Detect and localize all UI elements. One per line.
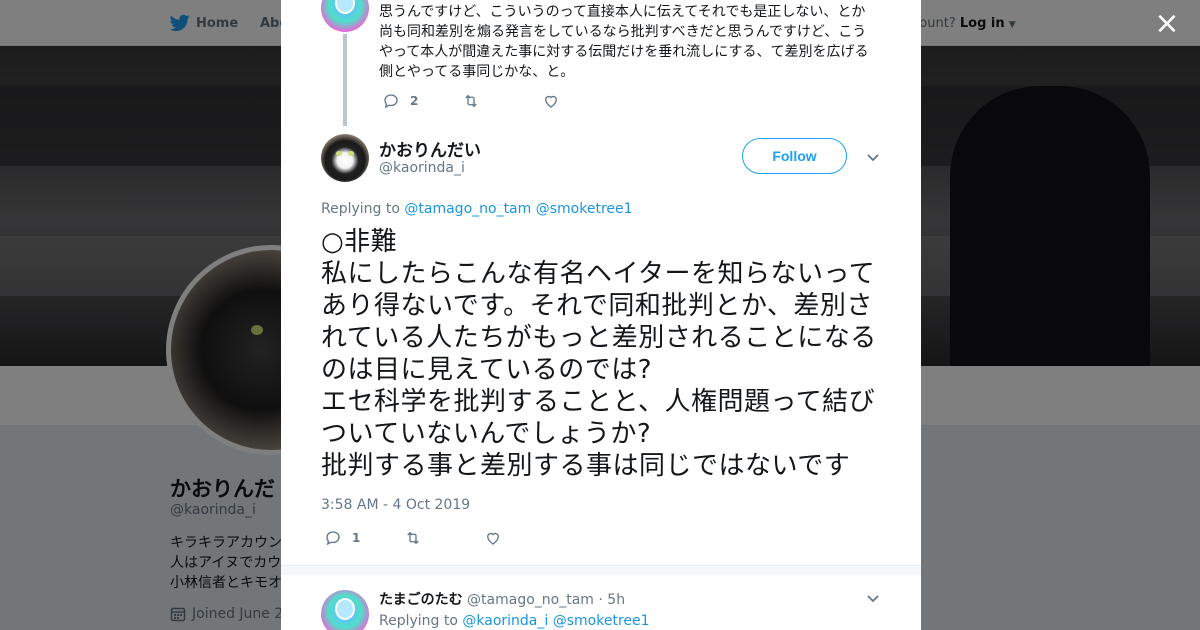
replying-prefix: Replying to [379, 613, 458, 629]
parent-tweet-avatar[interactable] [321, 0, 369, 32]
reply-button[interactable]: 2 [382, 92, 462, 110]
reply-author-name[interactable]: たまごのたむ [379, 592, 463, 608]
reply-count: 1 [352, 531, 361, 545]
reply-author-line: たまごのたむ @tamago_no_tam · 5h [379, 589, 625, 609]
retweet-icon [407, 531, 419, 545]
reply-button[interactable]: 1 [324, 529, 404, 547]
retweet-button[interactable] [462, 92, 542, 110]
close-icon[interactable]: × [1154, 9, 1180, 39]
reply-author-avatar[interactable] [321, 590, 369, 630]
heart-icon [487, 532, 499, 545]
reply-author-handle[interactable]: @tamago_no_tam [467, 592, 594, 608]
chevron-down-icon[interactable] [865, 149, 881, 165]
reply-icon [384, 94, 398, 109]
reply-separator: · [598, 592, 603, 608]
author-avatar[interactable] [321, 134, 369, 182]
reply-time[interactable]: 5h [607, 592, 625, 608]
parent-tweet-text: 思うんですけど、こういうのって直接本人に伝えてそれでも是正しない、とか尚も同和差… [379, 4, 869, 80]
mention-link[interactable]: @smoketree1 [536, 201, 633, 217]
retweet-icon [465, 94, 477, 108]
retweet-button[interactable] [404, 529, 484, 547]
like-button[interactable] [484, 529, 564, 547]
reply-icon [326, 531, 340, 546]
reply-divider [281, 565, 921, 575]
follow-button[interactable]: Follow [742, 138, 847, 174]
author-handle[interactable]: @kaorinda_i [379, 160, 465, 176]
mention-link[interactable]: @tamago_no_tam [404, 201, 531, 217]
tweet-text: ○非難 私にしたらこんな有名ヘイターを知らないってあり得ないです。それで同和批判… [321, 227, 877, 481]
like-button[interactable] [542, 92, 622, 110]
replying-prefix: Replying to [321, 201, 400, 217]
chevron-down-icon[interactable] [865, 590, 881, 606]
mention-link[interactable]: @kaorinda_i [462, 613, 548, 629]
mention-link[interactable]: @smoketree1 [553, 613, 650, 629]
reply-count: 2 [410, 94, 419, 108]
replying-to: Replying to @tamago_no_tam @smoketree1 [321, 201, 633, 217]
heart-icon [545, 95, 557, 108]
reply-replying-to: Replying to @kaorinda_i @smoketree1 [379, 613, 650, 629]
thread-connector-line [343, 34, 347, 126]
parent-tweet-actions: 2 [382, 92, 622, 110]
tweet-modal: 思うんですけど、こういうのって直接本人に伝えてそれでも是正しない、とか尚も同和差… [281, 0, 921, 630]
author-name[interactable]: かおりんだい [379, 136, 481, 161]
tweet-actions: 1 [324, 529, 564, 547]
tweet-timestamp[interactable]: 3:58 AM - 4 Oct 2019 [321, 497, 470, 513]
